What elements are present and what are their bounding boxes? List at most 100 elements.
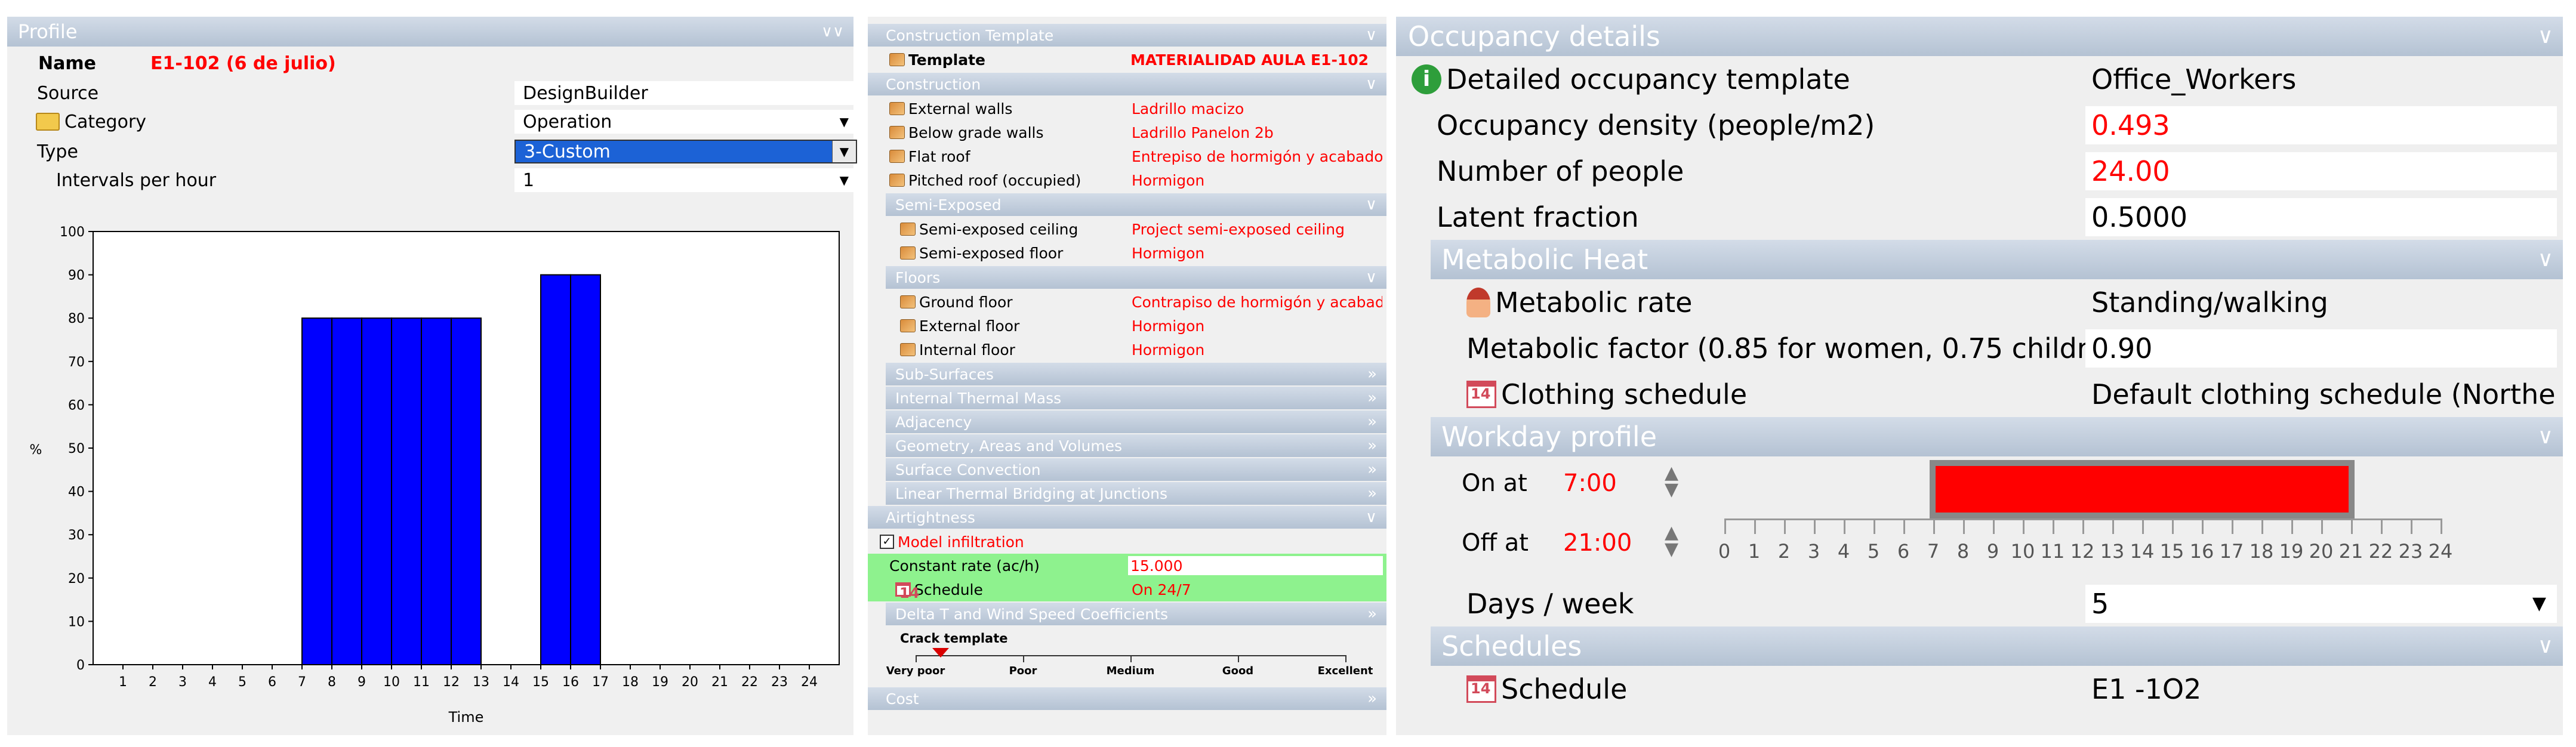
chevron-down-icon[interactable]: ∨ [2538,249,2563,270]
construction-value[interactable]: Ladrillo macizo [1132,100,1382,118]
schedule-value-right[interactable]: E1 -1O2 [2085,670,2557,708]
floor-value[interactable]: Hormigon [1132,341,1382,359]
construction-header[interactable]: Construction ∨ [868,73,1386,95]
semi-exposed-header[interactable]: Semi-Exposed ∨ [886,193,1386,216]
category-dropdown[interactable]: Operation ▼ [514,110,857,134]
off-at-spinner[interactable]: ▲ ▼ [1665,524,1678,558]
chevron-down-icon[interactable]: ∨ [1366,27,1386,43]
profile-header[interactable]: Profile ∨∨ [7,17,853,47]
chevron-down-icon[interactable]: ∨ [1366,270,1386,285]
schedule-value[interactable]: On 24/7 [1132,581,1191,598]
semi-exposed-value[interactable]: Project semi-exposed ceiling [1132,221,1382,238]
constant-rate-row: Constant rate (ac/h) 15.000 [868,554,1386,578]
floors-header[interactable]: Floors ∨ [886,266,1386,289]
metabolic-heat-header-label: Metabolic Heat [1441,243,1648,276]
intervals-dropdown[interactable]: 1 ▼ [514,168,857,192]
collapsed-section-header[interactable]: Internal Thermal Mass » [886,387,1386,409]
construction-label: Below grade walls [908,124,1044,141]
chevron-right-icon[interactable]: » [1367,486,1386,501]
collapsed-section-header[interactable]: Linear Thermal Bridging at Junctions » [886,482,1386,505]
chevron-right-icon[interactable]: » [1367,438,1386,453]
cost-header[interactable]: Cost » [868,687,1386,710]
workday-profile-header[interactable]: Workday profile ∨ [1431,417,2563,456]
occupied-period-bar[interactable] [1930,460,2355,518]
semi-exposed-value[interactable]: Hormigon [1132,245,1382,262]
timeline-tick-label: 15 [2159,540,2184,563]
construction-value[interactable]: Ladrillo Panelon 2b [1132,124,1382,141]
chevron-down-icon[interactable]: ∨ [1366,197,1386,212]
chevron-right-icon[interactable]: » [1367,462,1386,477]
construction-template-header[interactable]: Construction Template ∨ [868,24,1386,47]
metabolic-rate-value[interactable]: Standing/walking [2085,283,2557,322]
construction-value[interactable]: Hormigon [1132,172,1382,189]
latent-input[interactable]: 0.5000 [2085,197,2557,236]
name-value[interactable]: E1-102 (6 de julio) [150,53,336,74]
delta-t-header[interactable]: Delta T and Wind Speed Coefficients » [886,603,1386,625]
crack-slider-thumb[interactable] [932,648,949,658]
collapsed-section-header[interactable]: Geometry, Areas and Volumes » [886,434,1386,457]
dropdown-arrow-icon[interactable]: ▼ [832,141,856,162]
chevron-down-icon[interactable]: ∨ [1366,76,1386,92]
y-axis-label: % [30,443,42,458]
dropdown-arrow-icon[interactable]: ▼ [840,173,849,187]
x-tick-label: 21 [711,675,728,690]
timeline-tick-label: 3 [1807,540,1820,563]
density-input[interactable]: 0.493 [2085,106,2557,144]
on-at-spinner[interactable]: ▲ ▼ [1665,464,1678,499]
model-infiltration-checkbox[interactable]: ✓ [880,535,894,549]
days-week-dropdown[interactable]: 5 ▼ [2085,584,2557,623]
timeline-tick-label: 4 [1837,540,1850,563]
off-at-value[interactable]: 21:00 [1563,529,1632,557]
people-input[interactable]: 24.00 [2085,152,2557,190]
y-tick-label: 100 [60,225,85,240]
x-tick-label: 15 [532,675,549,690]
workday-timeline[interactable]: 0 1 2 3 4 5 6 7 8 9 10 11 12 13 14 15 16 17 18 19 20 21 22 23 24 [1712,456,2452,581]
chevron-down-icon[interactable]: ∨ [2538,426,2563,447]
schedule-label: Schedule [914,581,983,598]
metabolic-factor-input[interactable]: 0.90 [2085,329,2557,368]
collapsed-section-label: Adjacency [895,413,972,431]
chevron-right-icon[interactable]: » [1367,691,1386,706]
construction-value[interactable]: Entrepiso de hormigón y acabado [1132,148,1382,165]
y-tick-label: 30 [68,528,85,543]
template-value[interactable]: MATERIALIDAD AULA E1-102 [1130,51,1369,69]
chevron-right-icon[interactable]: » [1367,390,1386,406]
collapsed-section-header[interactable]: Adjacency » [886,410,1386,433]
timeline-tick [2261,518,2263,534]
clothing-value[interactable]: Default clothing schedule (Norther [2085,375,2557,413]
chevron-down-icon[interactable]: ∨ [2538,635,2563,657]
people-label: Number of people [1437,155,1684,187]
metabolic-heat-header[interactable]: Metabolic Heat ∨ [1431,240,2563,279]
timeline-tick-label: 23 [2398,540,2423,563]
collapsed-section-header[interactable]: Sub-Surfaces » [886,363,1386,385]
timeline-tick-label: 2 [1777,540,1791,563]
timeline-tick-label: 22 [2368,540,2393,563]
occupancy-header[interactable]: Occupancy details ∨ [1396,17,2563,56]
bar [540,274,571,666]
chevron-right-icon[interactable]: » [1367,606,1386,622]
chevron-right-icon[interactable]: » [1367,366,1386,382]
on-at-value[interactable]: 7:00 [1563,470,1617,497]
chevron-right-icon[interactable]: » [1367,414,1386,430]
floor-row: External floor Hormigon [868,314,1386,338]
crack-template-slider[interactable]: Crack template Very poor Poor Medium Good Ex… [868,626,1386,686]
floor-value[interactable]: Hormigon [1132,317,1382,335]
chevron-down-icon[interactable]: ∨∨ [821,24,853,39]
detailed-template-value[interactable]: Office_Workers [2085,60,2557,98]
dropdown-arrow-icon[interactable]: ▼ [2532,593,2546,614]
floor-value[interactable]: Contrapiso de hormigón y acabad [1132,294,1382,311]
schedules-header[interactable]: Schedules ∨ [1431,626,2563,666]
detailed-template-row: i Detailed occupancy template Office_Work… [1396,56,2563,102]
chevron-down-icon[interactable]: ∨ [2538,26,2563,47]
occupancy-panel: Occupancy details ∨ i Detailed occupancy t… [1396,17,2563,735]
x-tick-label: 9 [358,675,366,690]
model-infiltration-label: Model infiltration [898,533,1024,551]
collapsed-section-label: Linear Thermal Bridging at Junctions [895,484,1168,502]
semi-exposed-row: Semi-exposed ceiling Project semi-exposed… [868,217,1386,241]
dropdown-arrow-icon[interactable]: ▼ [840,115,849,129]
type-dropdown[interactable]: 3-Custom ▼ [514,140,857,163]
chevron-down-icon[interactable]: ∨ [1366,510,1386,525]
constant-rate-input[interactable]: 15.000 [1128,556,1383,575]
airtightness-header[interactable]: Airtightness ∨ [868,506,1386,529]
collapsed-section-header[interactable]: Surface Convection » [886,458,1386,481]
